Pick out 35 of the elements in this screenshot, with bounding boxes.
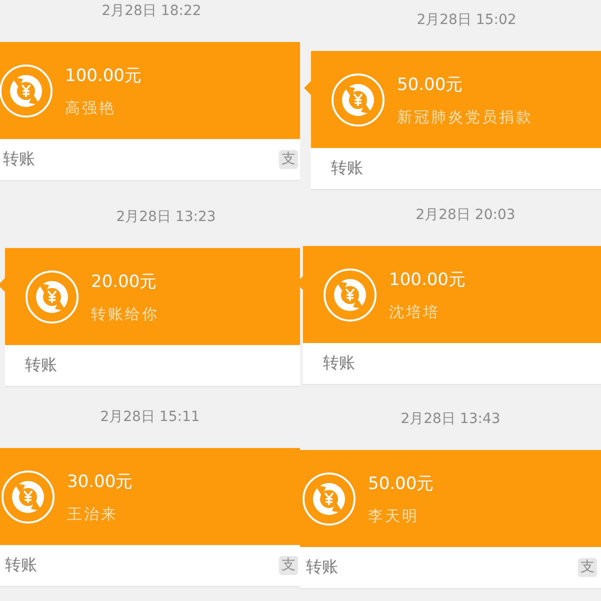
amount: 20.00元 — [91, 270, 158, 292]
amount: 50.00元 — [368, 472, 434, 494]
currency-exchange-icon — [323, 268, 377, 322]
transfer-note: 高强艳 — [65, 98, 117, 118]
transfer-note: 新冠肺炎党员捐款 — [397, 108, 533, 126]
timestamp: 2月28日 15:02 — [416, 11, 516, 29]
transfer-label: 转账 — [5, 555, 37, 576]
timestamp: 2月28日 13:23 — [116, 208, 216, 226]
transfer-note: 沈培培 — [389, 302, 441, 322]
currency-exchange-icon — [1, 470, 55, 524]
transfer-label: 转账 — [331, 158, 363, 179]
amount: 30.00元 — [67, 470, 133, 492]
transfer-note: 转账给你 — [91, 304, 159, 324]
bubble-tail — [0, 278, 5, 292]
transfer-label: 转账 — [323, 353, 355, 374]
timestamp: 2月28日 18:22 — [102, 2, 202, 20]
currency-exchange-icon — [302, 472, 356, 526]
timestamp: 2月28日 15:11 — [100, 408, 200, 426]
transfer-note: 李天明 — [368, 506, 420, 526]
timestamp: 2月28日 20:03 — [416, 206, 516, 224]
transfer-label: 转账 — [306, 557, 338, 578]
timestamp: 2月28日 13:43 — [400, 410, 500, 428]
amount: 100.00元 — [389, 268, 466, 290]
transfer-label: 转账 — [25, 355, 57, 376]
amount: 100.00元 — [65, 64, 142, 86]
payment-badge: 支 — [279, 150, 298, 169]
currency-exchange-icon — [331, 72, 385, 126]
payment-badge: 支 — [578, 558, 597, 577]
bubble-tail — [304, 81, 311, 95]
currency-exchange-icon — [25, 270, 79, 324]
currency-exchange-icon — [0, 64, 53, 118]
transfer-note: 王治来 — [67, 504, 119, 524]
transfer-label: 转账 — [3, 149, 35, 170]
amount: 50.00元 — [397, 74, 464, 96]
payment-badge: 支 — [279, 556, 298, 575]
